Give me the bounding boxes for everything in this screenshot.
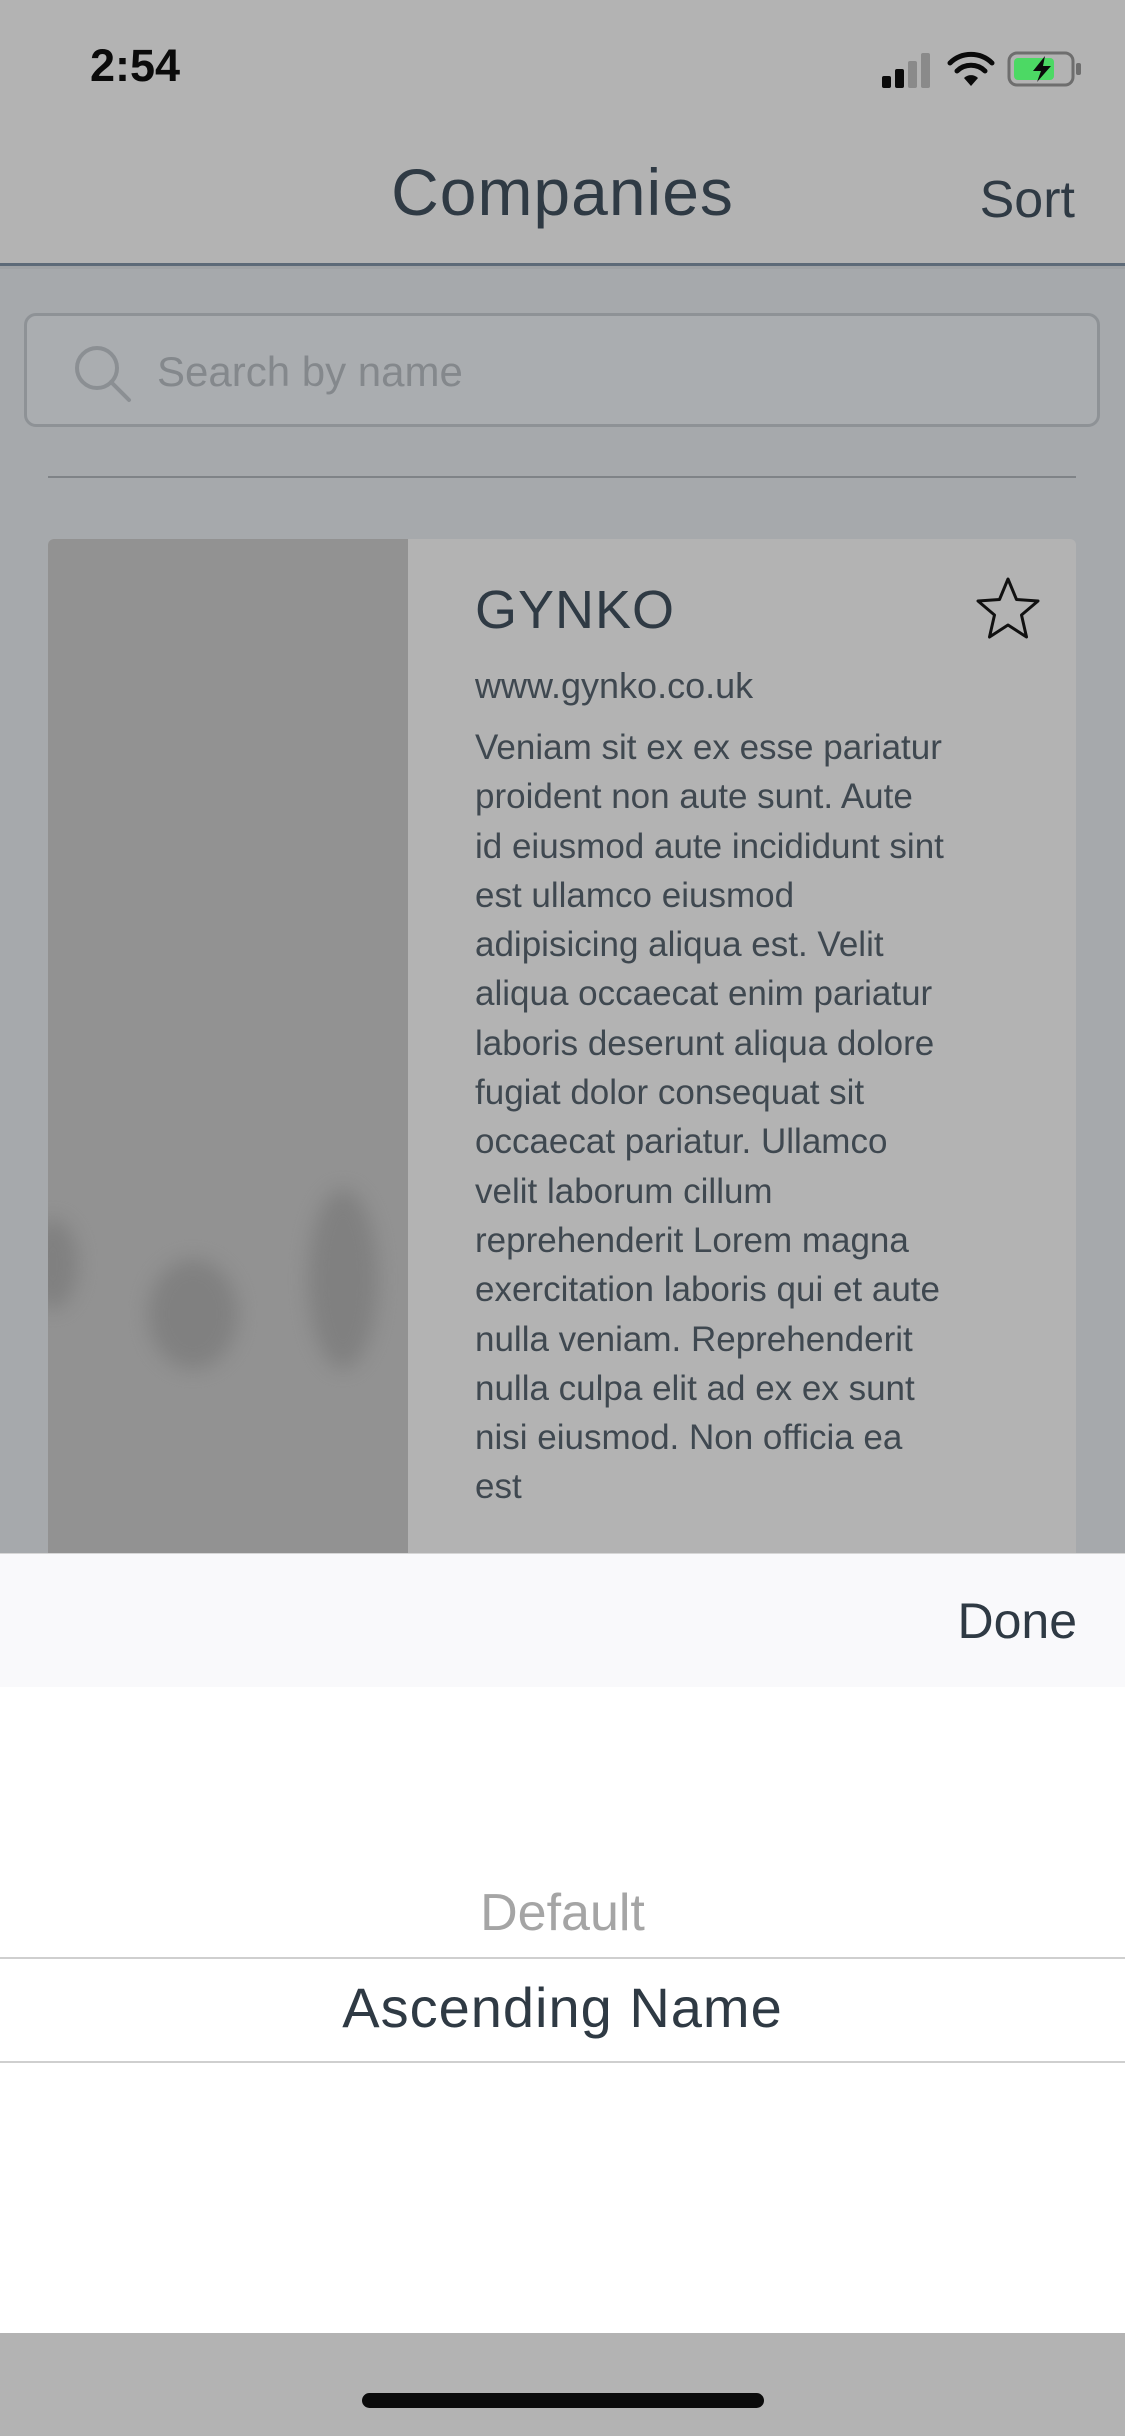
search-bar[interactable] bbox=[24, 313, 1100, 427]
status-time: 2:54 bbox=[90, 40, 181, 91]
divider bbox=[48, 476, 1076, 478]
company-logo-image bbox=[48, 539, 408, 1553]
search-input[interactable] bbox=[157, 342, 1057, 402]
status-bar: 2:54 bbox=[0, 0, 1125, 132]
sort-button[interactable]: Sort bbox=[980, 170, 1075, 230]
search-icon bbox=[75, 346, 131, 402]
battery-charging-icon bbox=[1007, 51, 1081, 87]
company-name: GYNKO bbox=[475, 580, 676, 640]
company-list: GYNKO www.gynko.co.uk Veniam sit ex ex e… bbox=[0, 269, 1125, 1553]
picker-option[interactable]: Default bbox=[0, 1883, 1125, 1943]
company-url[interactable]: www.gynko.co.uk bbox=[475, 665, 753, 707]
page-title: Companies bbox=[391, 155, 734, 229]
picker-selection-bottom-line bbox=[0, 2061, 1125, 2063]
home-indicator[interactable] bbox=[362, 2393, 764, 2408]
company-card[interactable]: GYNKO www.gynko.co.uk Veniam sit ex ex e… bbox=[48, 539, 1076, 1553]
cellular-signal-icon bbox=[882, 53, 930, 88]
picker-selection-top-line bbox=[0, 1957, 1125, 1959]
company-description: Veniam sit ex ex esse pariatur proident … bbox=[475, 728, 944, 1507]
sort-picker[interactable]: Default Ascending Name bbox=[0, 1687, 1125, 2333]
picker-toolbar: Done bbox=[0, 1553, 1125, 1687]
navigation-bar: Companies Sort bbox=[0, 132, 1125, 266]
star-outline-icon[interactable] bbox=[974, 575, 1042, 643]
picker-option-selected[interactable]: Ascending Name bbox=[0, 1975, 1125, 2040]
wifi-icon bbox=[947, 51, 995, 86]
home-indicator-area bbox=[0, 2333, 1125, 2436]
companies-screen: 2:54 Companies Sort Search by name GYNKO… bbox=[0, 0, 1125, 1553]
done-button[interactable]: Done bbox=[957, 1592, 1077, 1650]
